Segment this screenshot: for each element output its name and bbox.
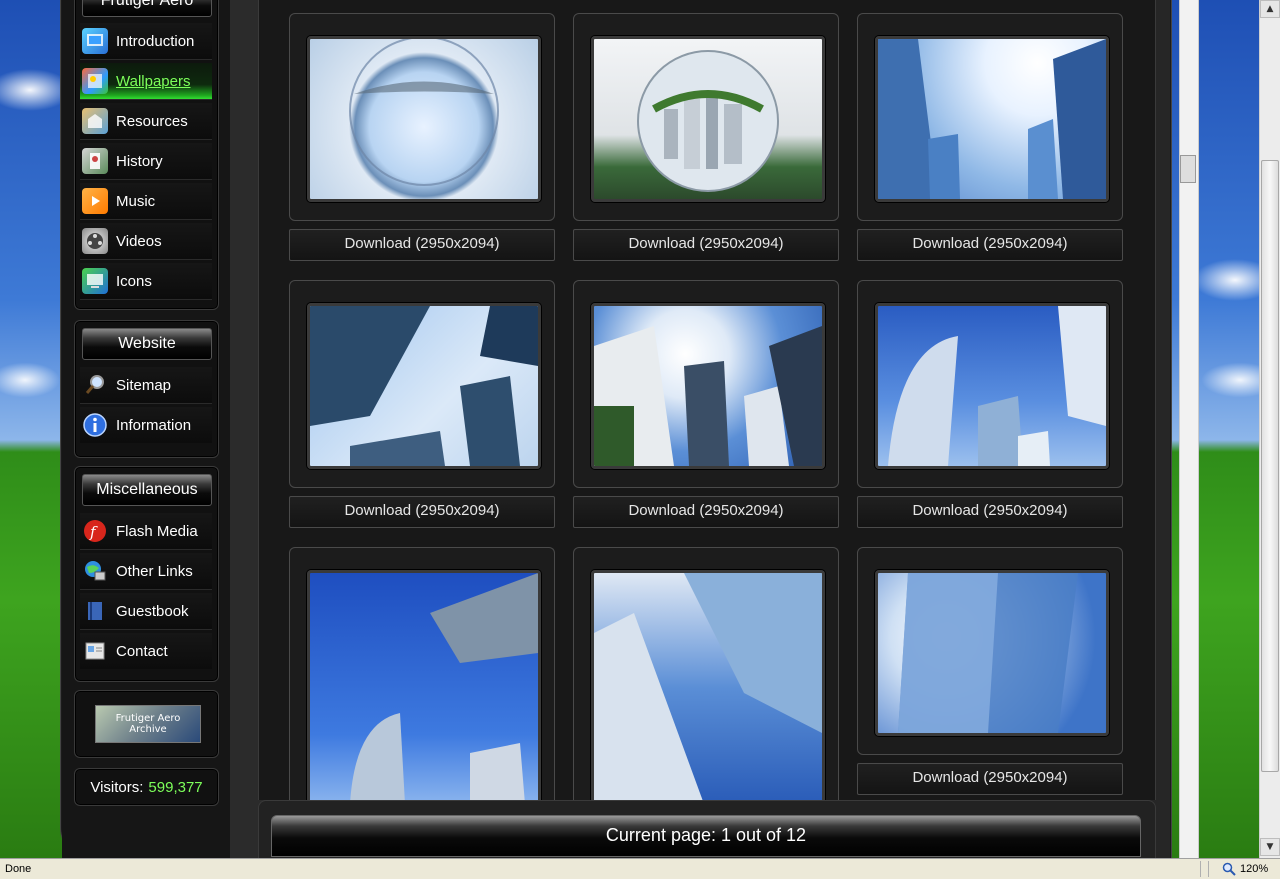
download-button[interactable]: Download (2950x2094) — [857, 763, 1123, 795]
sidebar-item-resources[interactable]: Resources — [80, 103, 212, 140]
network-icon — [82, 558, 108, 584]
wallpaper-tile — [573, 280, 839, 488]
sidebar-item-guestbook[interactable]: Guestbook — [80, 593, 212, 630]
wallpaper-thumbnail[interactable] — [591, 570, 825, 804]
zoom-magnifier-icon — [1222, 862, 1236, 876]
wallpaper-thumbnail[interactable] — [875, 36, 1109, 202]
zoom-control[interactable]: 120% — [1222, 862, 1268, 876]
browser-scrollbar-thumb[interactable] — [1261, 160, 1279, 772]
sidebar-item-label: Contact — [116, 642, 168, 660]
info-icon — [82, 412, 108, 438]
download-button[interactable]: Download (2950x2094) — [857, 229, 1123, 261]
sidebar-item-label: Resources — [116, 112, 188, 130]
status-separator — [1208, 861, 1209, 877]
website-title: Website — [82, 328, 212, 360]
wallpaper-tile — [857, 547, 1123, 755]
visitors-counter: Visitors: 599,377 — [75, 769, 218, 805]
frutiger-aero-archive-logo[interactable]: Frutiger Aero Archive — [95, 705, 201, 743]
sidebar-item-label: Wallpapers — [116, 72, 191, 90]
wallpaper-thumbnail[interactable] — [875, 303, 1109, 469]
sidebar-item-label: Other Links — [116, 562, 193, 580]
wallpaper-tile — [573, 13, 839, 221]
sidebar-item-flash-media[interactable]: f Flash Media — [80, 513, 212, 550]
zoom-level: 120% — [1240, 863, 1269, 875]
wallpaper-thumbnail[interactable] — [591, 303, 825, 469]
wallpaper-thumbnail[interactable] — [875, 570, 1109, 736]
page-indicator: Current page: 1 out of 12 — [271, 815, 1141, 857]
wallpaper-tile — [857, 13, 1123, 221]
download-button[interactable]: Download (2950x2094) — [857, 496, 1123, 528]
sidebar-item-label: Flash Media — [116, 522, 198, 540]
resources-icon — [82, 108, 108, 134]
sidebar-item-label: Icons — [116, 272, 152, 290]
sidebar-item-music[interactable]: Music — [80, 183, 212, 220]
sidebar-item-label: Music — [116, 192, 156, 210]
wallpapers-icon — [82, 68, 108, 94]
status-separator — [1200, 861, 1201, 877]
misc-title: Miscellaneous — [82, 474, 212, 506]
scroll-up-arrow-icon[interactable]: ▲ — [1260, 0, 1280, 18]
contact-icon — [82, 638, 108, 664]
archive-logo-box: Frutiger Aero Archive — [74, 690, 219, 758]
wallpaper-tile — [573, 547, 839, 804]
guestbook-icon — [82, 598, 108, 624]
wallpaper-thumbnail[interactable] — [307, 36, 541, 202]
sidebar-item-label: Sitemap — [116, 376, 172, 394]
flash-icon: f — [82, 518, 108, 544]
wallpaper-tile — [289, 547, 555, 804]
pagination-panel: Current page: 1 out of 12 — [258, 800, 1156, 859]
history-icon — [82, 148, 108, 174]
sidebar-item-label: Introduction — [116, 32, 195, 50]
download-button[interactable]: Download (2950x2094) — [573, 229, 839, 261]
visitors-label: Visitors: — [90, 778, 144, 796]
main-nav-box: Frutiger Aero Introduction Wallpapers Re… — [74, 0, 219, 310]
download-button[interactable]: Download (2950x2094) — [289, 496, 555, 528]
sidebar-item-icons[interactable]: Icons — [80, 263, 212, 300]
wallpaper-thumbnail[interactable] — [591, 36, 825, 202]
sidebar-item-history[interactable]: History — [80, 143, 212, 180]
sidebar-item-contact[interactable]: Contact — [80, 633, 212, 669]
download-button[interactable]: Download (2950x2094) — [573, 496, 839, 528]
scroll-down-arrow-icon[interactable]: ▼ — [1260, 838, 1280, 856]
sidebar-item-other-links[interactable]: Other Links — [80, 553, 212, 590]
misc-box: Miscellaneous f Flash Media Other Links … — [74, 466, 219, 682]
sidebar-item-introduction[interactable]: Introduction — [80, 23, 212, 60]
sidebar-item-sitemap[interactable]: Sitemap — [80, 367, 212, 404]
wallpaper-tile — [289, 13, 555, 221]
sidebar-item-information[interactable]: Information — [80, 407, 212, 443]
inner-scrollbar[interactable] — [1179, 0, 1199, 858]
status-bar: Done 120% — [0, 858, 1280, 879]
music-icon — [82, 188, 108, 214]
visitors-box: Visitors: 599,377 — [74, 768, 219, 806]
sidebar-item-videos[interactable]: Videos — [80, 223, 212, 260]
sidebar-item-label: Information — [116, 416, 192, 434]
sidebar-item-label: Videos — [116, 232, 162, 250]
wallpaper-thumbnail[interactable] — [307, 570, 541, 804]
sidebar-item-label: History — [116, 152, 163, 170]
wallpaper-tile — [857, 280, 1123, 488]
inner-scrollbar-thumb[interactable] — [1180, 155, 1196, 183]
website-box: Website Sitemap Information — [74, 320, 219, 458]
sidebar-item-wallpapers[interactable]: Wallpapers — [80, 63, 212, 100]
wallpaper-tile — [289, 280, 555, 488]
main-nav-title: Frutiger Aero — [82, 0, 212, 17]
logo-text: Frutiger Aero Archive — [115, 713, 181, 735]
status-text: Done — [5, 863, 32, 875]
videos-icon — [82, 228, 108, 254]
wallpaper-thumbnail[interactable] — [307, 303, 541, 469]
sidebar-item-label: Guestbook — [116, 602, 189, 620]
download-button[interactable]: Download (2950x2094) — [289, 229, 555, 261]
magnifier-icon — [82, 372, 108, 398]
visitors-count: 599,377 — [148, 778, 203, 796]
introduction-icon — [82, 28, 108, 54]
icons-icon — [82, 268, 108, 294]
